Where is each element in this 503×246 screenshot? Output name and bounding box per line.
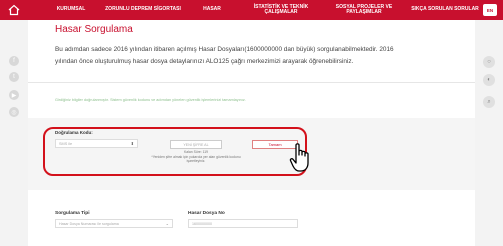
divider	[28, 82, 475, 83]
search-icon[interactable]: ⌕	[483, 96, 495, 108]
resend-note: *Yeniden şifre almak için yukarıda yer a…	[151, 154, 241, 164]
claim-number-label: Hasar Dosya No	[188, 211, 225, 216]
home-icon[interactable]	[7, 3, 21, 17]
page-description: Bu adımdan sadece 2016 yılından itibaren…	[55, 46, 394, 65]
chevron-down-icon: ⌄	[165, 221, 169, 226]
info-notice: Girdiğiniz bilgiler doğrulanmıştır. Sist…	[55, 98, 246, 102]
verification-method-value: SMS ile	[59, 141, 73, 146]
verification-method-select[interactable]: SMS ile ⬍	[55, 139, 138, 148]
left-sidebar: f t ▶ ◎	[0, 20, 28, 246]
claim-number-input[interactable]: 1600000000	[188, 219, 298, 228]
nav-item-sss[interactable]: SIKÇA SORULAN SORULAR	[405, 0, 485, 20]
twitter-icon[interactable]: t	[9, 72, 19, 82]
top-navigation-bar: KURUMSAL ZORUNLU DEPREM SİGORTASI HASAR …	[0, 0, 503, 20]
language-switch[interactable]: EN	[483, 4, 497, 16]
right-sidebar: ○ ◐ ⌕	[475, 20, 503, 246]
query-type-label: Sorgulama Tipi	[55, 211, 90, 216]
remaining-time-text: Kalan Süre: 119 *Yeniden şifre almak içi…	[150, 150, 242, 164]
chat-icon[interactable]: ○	[483, 56, 495, 68]
hand-cursor-icon	[289, 143, 309, 172]
page-title: Hasar Sorgulama	[55, 24, 133, 35]
nav-item-hasar[interactable]: HASAR	[190, 0, 234, 20]
facebook-icon[interactable]: f	[9, 56, 19, 66]
nav-item-zorunlu-deprem-sigortasi[interactable]: ZORUNLU DEPREM SİGORTASI	[98, 0, 188, 20]
nav-item-istatistik[interactable]: İSTATİSTİK VE TEKNİK ÇALIŞMALAR	[238, 0, 324, 20]
accessibility-icon[interactable]: ◐	[483, 74, 495, 86]
chevron-down-icon: ⬍	[130, 141, 134, 146]
query-type-value: Hasar Dosya Numarası ile sorgulama	[59, 221, 119, 226]
youtube-icon[interactable]: ▶	[9, 90, 19, 100]
nav-item-kurumsal[interactable]: KURUMSAL	[46, 0, 96, 20]
instagram-icon[interactable]: ◎	[9, 107, 19, 117]
claim-number-value: 1600000000	[192, 221, 212, 226]
verification-code-label: Doğrulama Kodu:	[55, 130, 93, 135]
new-code-button[interactable]: YENİ ŞİFRE AL	[170, 140, 222, 149]
query-type-select[interactable]: Hasar Dosya Numarası ile sorgulama ⌄	[55, 219, 173, 228]
nav-item-sosyal-projeler[interactable]: SOSYAL PROJELER VE PAYLAŞIMLAR	[326, 0, 402, 20]
